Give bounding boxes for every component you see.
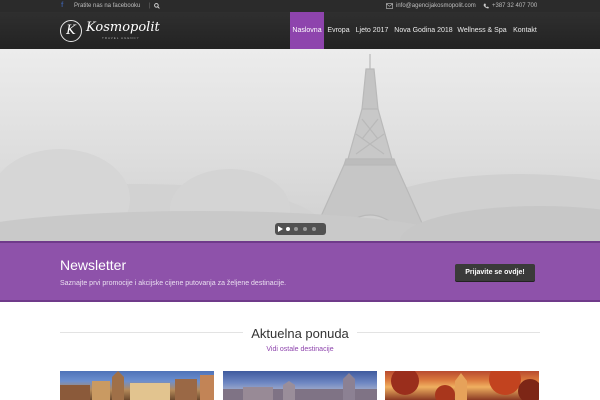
nav-item-nova-godina-2018[interactable]: Nova Godina 2018 (393, 12, 454, 49)
slider-controls (275, 223, 326, 235)
header: K Kosmopolit TRAVEL AGENCY Naslovna Evro… (0, 12, 600, 49)
hero-slider[interactable] (0, 49, 600, 241)
divider: | (149, 3, 151, 9)
newsletter-description: Saznajte prvi promocije i akcijske cijen… (60, 280, 287, 287)
slider-dot[interactable] (294, 227, 298, 231)
eiffel-tower-image (0, 54, 600, 241)
nav-item-wellness-spa[interactable]: Wellness & Spa (456, 12, 508, 49)
offer-image (223, 373, 377, 400)
offer-image (391, 371, 539, 400)
offer-image (60, 371, 214, 400)
offers-more-link[interactable]: Vidi ostale destinacije (0, 345, 600, 354)
logo-name: Kosmopolit (86, 20, 160, 35)
offer-thumbnail[interactable] (385, 371, 539, 400)
offer-thumbnail[interactable] (223, 371, 377, 400)
facebook-icon[interactable]: f (61, 2, 67, 9)
top-bar: f Pratite nas na facebooku | info@agenci… (0, 0, 600, 12)
nav-item-kontakt[interactable]: Kontakt (510, 12, 540, 49)
slider-dot[interactable] (303, 227, 307, 231)
offers-title-wrap: Aktuelna ponuda (0, 325, 600, 342)
phone-number: +387 32 407 700 (492, 3, 538, 9)
logo[interactable]: K Kosmopolit TRAVEL AGENCY (60, 19, 160, 43)
logo-tagline: TRAVEL AGENCY (102, 36, 140, 40)
search-icon[interactable] (154, 3, 160, 9)
offers-title: Aktuelna ponuda (243, 326, 357, 342)
logo-mark: K (60, 20, 82, 42)
mail-icon (386, 3, 393, 9)
nav-item-evropa[interactable]: Evropa (325, 12, 352, 49)
newsletter-section: Newsletter Saznajte prvi promocije i akc… (0, 241, 600, 302)
slider-dot[interactable] (312, 227, 316, 231)
page: f Pratite nas na facebooku | info@agenci… (0, 0, 600, 400)
nav-item-ljeto-2017[interactable]: Ljeto 2017 (354, 12, 390, 49)
play-icon[interactable] (278, 226, 283, 232)
offer-thumbnail[interactable] (60, 371, 214, 400)
facebook-link[interactable]: Pratite nas na facebooku (74, 0, 140, 12)
email-link[interactable]: info@agencijakosmopolit.com (396, 0, 476, 12)
nav-item-naslovna[interactable]: Naslovna (290, 12, 324, 49)
phone-icon (483, 3, 489, 9)
slider-dot[interactable] (286, 227, 290, 231)
newsletter-title: Newsletter (60, 257, 127, 273)
newsletter-signup-button[interactable]: Prijavite se ovdje! (455, 264, 535, 281)
